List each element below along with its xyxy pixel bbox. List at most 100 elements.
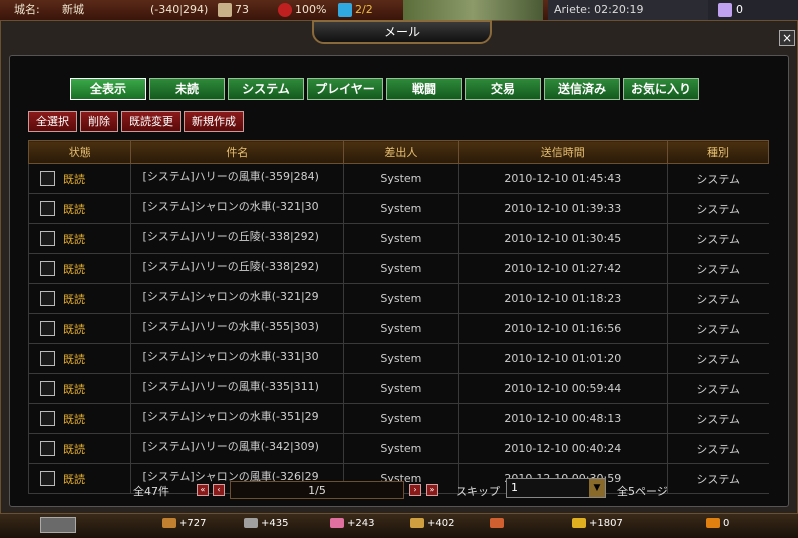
type-cell: システム [666, 343, 769, 374]
coin-icon [706, 518, 720, 528]
tab-unread[interactable]: 未読 [149, 78, 225, 100]
resource-trade [490, 518, 507, 529]
header-sender[interactable]: 差出人 [343, 140, 459, 164]
city-name[interactable]: 新城 [62, 0, 84, 20]
morale-stat: 100% [278, 0, 326, 20]
skip-page-select[interactable]: 1 ▼ [506, 478, 606, 498]
read-status: 既読 [63, 262, 85, 276]
server-time: Ariete: 02:20:19 [548, 0, 708, 20]
row-checkbox[interactable] [40, 321, 55, 336]
time-cell: 2010-12-10 01:16:56 [457, 313, 668, 344]
filter-tabs: 全表示 未読 システム プレイヤー 戦闘 交易 送信済み お気に入り [70, 78, 699, 100]
status-cell: 既読 [27, 163, 131, 194]
type-cell: システム [666, 283, 769, 314]
change-read-button[interactable]: 既読変更 [121, 111, 181, 132]
subject-link[interactable]: [システム]シャロンの水車(-331|30 [142, 348, 342, 364]
city-coords: (-340|294) [150, 3, 209, 16]
header-status[interactable]: 状態 [27, 140, 132, 164]
first-page-button[interactable]: « [197, 484, 209, 496]
city-label: 城名: [14, 3, 40, 16]
map-scenery-strip [403, 0, 543, 20]
table-row[interactable]: 既読 [システム]ハリーの丘陵(-338|292) System 2010-12-10… [27, 223, 769, 254]
population-value: 73 [235, 3, 249, 16]
page-indicator: 1/5 [230, 481, 404, 499]
subject-link[interactable]: [システム]シャロンの水車(-351|29 [142, 408, 342, 424]
subject-link[interactable]: [システム]シャロンの水車(-321|29 [142, 288, 342, 304]
tab-player[interactable]: プレイヤー [307, 78, 383, 100]
iron-icon [244, 518, 258, 528]
resource-gold: +1807 [572, 518, 623, 529]
gem-icon [718, 3, 732, 17]
header-time[interactable]: 送信時間 [457, 140, 668, 164]
tab-system[interactable]: システム [228, 78, 304, 100]
compose-button[interactable]: 新規作成 [184, 111, 244, 132]
select-all-button[interactable]: 全選択 [28, 111, 77, 132]
row-checkbox[interactable] [40, 261, 55, 276]
table-row[interactable]: 既読 [システム]ハリーの風車(-342|309) System 2010-12-10… [27, 433, 769, 464]
tab-sent[interactable]: 送信済み [544, 78, 620, 100]
table-row[interactable]: 既読 [システム]シャロンの水車(-321|29 System 2010-12-10 … [27, 283, 769, 314]
action-buttons: 全選択 削除 既読変更 新規作成 [28, 111, 244, 132]
table-row[interactable]: 既読 [システム]ハリーの丘陵(-338|292) System 2010-12-10… [27, 253, 769, 284]
table-row[interactable]: 既読 [システム]シャロンの水車(-351|29 System 2010-12-10 … [27, 403, 769, 434]
table-row[interactable]: 既読 [システム]シャロンの水車(-331|30 System 2010-12-10 … [27, 343, 769, 374]
mail-table: 状態 件名 差出人 送信時間 種別 既読 [システム]ハリーの風車(-359|28… [27, 140, 770, 494]
sender-cell: System [343, 313, 459, 344]
trade-icon [490, 518, 504, 528]
subject-link[interactable]: [システム]ハリーの丘陵(-338|292) [142, 228, 342, 244]
type-cell: システム [666, 403, 769, 434]
subject-link[interactable]: [システム]ハリーの風車(-359|284) [142, 168, 342, 184]
resource-stone-value: +402 [427, 518, 455, 529]
header-subject[interactable]: 件名 [130, 140, 345, 164]
tab-all[interactable]: 全表示 [70, 78, 146, 100]
resource-stone: +402 [410, 518, 454, 529]
subject-cell: [システム]ハリーの丘陵(-338|292) [130, 223, 344, 254]
header-type[interactable]: 種別 [666, 140, 770, 164]
next-page-button[interactable]: › [409, 484, 421, 496]
subject-link[interactable]: [システム]ハリーの風車(-342|309) [142, 438, 342, 454]
menu-arrow-icon[interactable] [40, 517, 76, 533]
subject-link[interactable]: [システム]ハリーの水車(-355|303) [142, 318, 342, 334]
table-row[interactable]: 既読 [システム]ハリーの風車(-335|311) System 2010-12-10… [27, 373, 769, 404]
sender-cell: System [343, 163, 459, 194]
subject-link[interactable]: [システム]ハリーの風車(-335|311) [142, 378, 342, 394]
window-title: メール [312, 20, 492, 44]
time-cell: 2010-12-10 00:48:13 [457, 403, 668, 434]
row-checkbox[interactable] [40, 171, 55, 186]
row-checkbox[interactable] [40, 351, 55, 366]
tab-trade[interactable]: 交易 [465, 78, 541, 100]
prev-page-button[interactable]: ‹ [213, 484, 225, 496]
table-row[interactable]: 既読 [システム]ハリーの風車(-359|284) System 2010-12-10… [27, 163, 769, 194]
row-checkbox[interactable] [40, 381, 55, 396]
sender-cell: System [343, 283, 459, 314]
time-cell: 2010-12-10 01:45:43 [457, 163, 668, 194]
type-cell: システム [666, 313, 769, 344]
flags-value: 2/2 [355, 3, 373, 16]
row-checkbox[interactable] [40, 291, 55, 306]
row-checkbox[interactable] [40, 201, 55, 216]
resource-iron-value: +435 [261, 518, 289, 529]
subject-link[interactable]: [システム]シャロンの水車(-321|30 [142, 198, 342, 214]
table-row[interactable]: 既読 [システム]ハリーの水車(-355|303) System 2010-12-10… [27, 313, 769, 344]
delete-button[interactable]: 削除 [80, 111, 118, 132]
flags-stat: 2/2 [338, 0, 373, 20]
read-status: 既読 [63, 352, 85, 366]
close-button[interactable]: × [779, 30, 795, 46]
time-cell: 2010-12-10 01:01:20 [457, 343, 668, 374]
row-checkbox[interactable] [40, 441, 55, 456]
sender-cell: System [343, 223, 459, 254]
total-count: 全47件 [133, 485, 169, 498]
row-checkbox[interactable] [40, 411, 55, 426]
sender-cell: System [343, 403, 459, 434]
last-page-button[interactable]: » [426, 484, 438, 496]
subject-cell: [システム]ハリーの丘陵(-338|292) [130, 253, 344, 284]
table-row[interactable]: 既読 [システム]シャロンの水車(-321|30 System 2010-12-10 … [27, 193, 769, 224]
tab-battle[interactable]: 戦闘 [386, 78, 462, 100]
sender-cell: System [343, 373, 459, 404]
tab-favorites[interactable]: お気に入り [623, 78, 699, 100]
resource-wood-value: +727 [179, 518, 207, 529]
subject-cell: [システム]ハリーの水車(-355|303) [130, 313, 344, 344]
sender-cell: System [343, 253, 459, 284]
row-checkbox[interactable] [40, 231, 55, 246]
subject-link[interactable]: [システム]ハリーの丘陵(-338|292) [142, 258, 342, 274]
